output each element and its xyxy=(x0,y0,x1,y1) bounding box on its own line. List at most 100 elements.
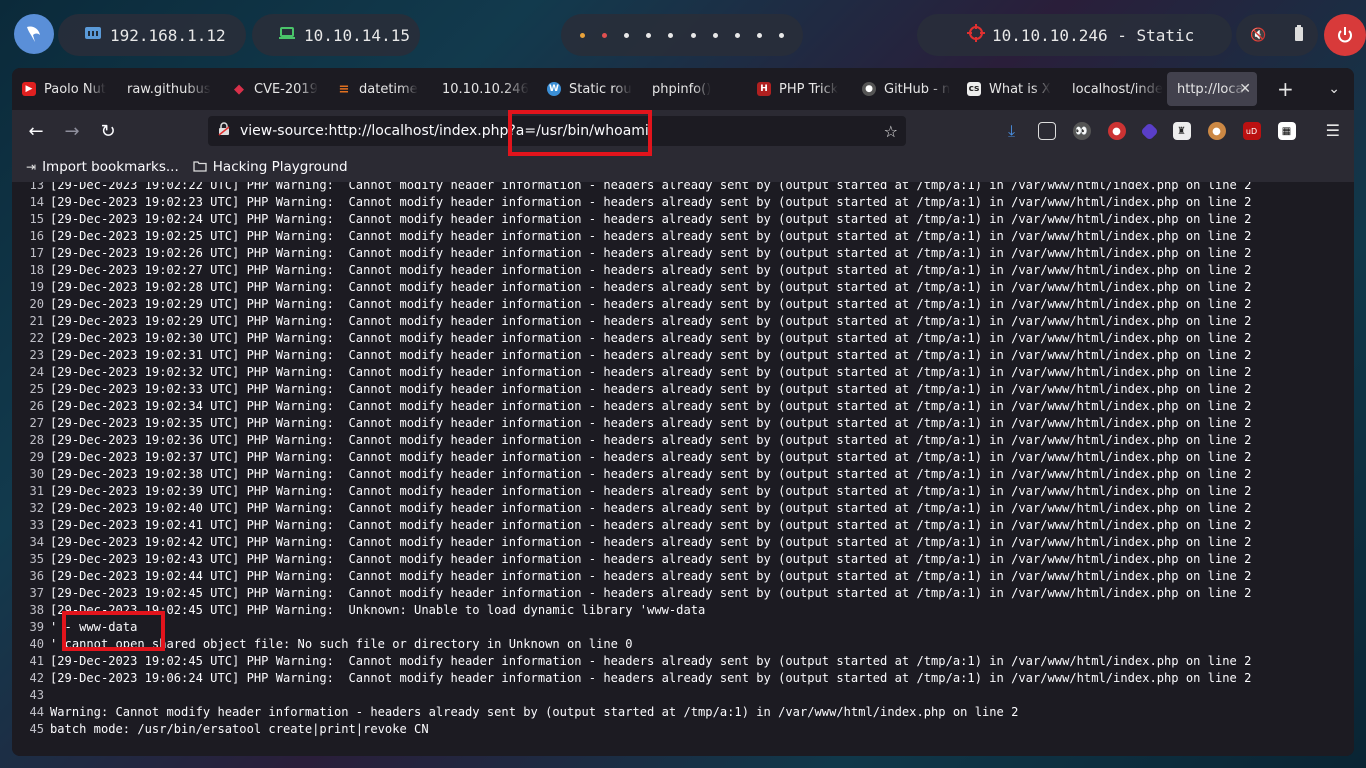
battery-icon[interactable] xyxy=(1294,25,1304,45)
line-text: batch mode: /usr/bin/ersatool create|pri… xyxy=(50,722,429,736)
line-text: [29-Dec-2023 19:02:31 UTC] PHP Warning: … xyxy=(50,348,1252,362)
local-ip-widget[interactable]: 192.168.1.12 xyxy=(58,14,246,56)
line-number: 44 xyxy=(29,705,44,719)
cookie-icon[interactable]: ● xyxy=(1207,122,1226,140)
power-icon[interactable] xyxy=(1324,14,1366,56)
source-line: 14 [29-Dec-2023 19:02:23 UTC] PHP Warning… xyxy=(12,194,1354,211)
workspace-dot[interactable] xyxy=(601,32,607,38)
forward-arrow-icon[interactable]: → xyxy=(56,121,88,142)
source-line: 38 [29-Dec-2023 19:02:45 UTC] PHP Warning… xyxy=(12,602,1354,619)
page-info-icon[interactable] xyxy=(218,122,230,140)
workspace-dot[interactable] xyxy=(757,32,763,38)
tab-label: Static rou xyxy=(569,81,632,97)
tab[interactable]: localhost/inde xyxy=(1062,72,1167,106)
line-number: 45 xyxy=(29,722,44,736)
line-number: 38 xyxy=(29,603,44,617)
site-icon: cs xyxy=(967,82,981,96)
target-widget[interactable]: 10.10.10.246 - Static xyxy=(917,14,1232,56)
line-number: 33 xyxy=(29,518,44,532)
line-text: [29-Dec-2023 19:02:27 UTC] PHP Warning: … xyxy=(50,263,1252,277)
workspace-switcher[interactable] xyxy=(561,14,803,56)
tab[interactable]: ▶ Paolo Nut xyxy=(12,72,117,106)
line-text: [29-Dec-2023 19:02:26 UTC] PHP Warning: … xyxy=(50,246,1252,260)
new-tab-button[interactable]: + xyxy=(1277,77,1294,101)
local-ip-label: 192.168.1.12 xyxy=(110,25,226,45)
source-line: 16 [29-Dec-2023 19:02:25 UTC] PHP Warning… xyxy=(12,228,1354,245)
extensions-icon[interactable] xyxy=(1037,122,1056,140)
import-bookmarks-item[interactable]: ⇥ Import bookmarks... xyxy=(26,159,179,175)
docs-icon: ≡ xyxy=(338,81,350,97)
line-number: 37 xyxy=(29,586,44,600)
vpn-ip-widget[interactable]: 10.10.14.15 xyxy=(252,14,420,56)
user-agent-icon[interactable]: ♜ xyxy=(1172,122,1191,140)
workspace-dot[interactable] xyxy=(734,32,740,38)
tab-label: raw.githubus xyxy=(127,81,211,97)
tab[interactable]: phpinfo() xyxy=(642,72,747,106)
bookmark-star-icon[interactable]: ☆ xyxy=(884,122,898,141)
line-text: [29-Dec-2023 19:02:36 UTC] PHP Warning: … xyxy=(50,433,1252,447)
line-number: 35 xyxy=(29,552,44,566)
bookmarks-toolbar: ⇥ Import bookmarks... Hacking Playground xyxy=(12,152,1354,182)
hacktricks-icon: H xyxy=(757,82,771,96)
source-line: 31 [29-Dec-2023 19:02:39 UTC] PHP Warning… xyxy=(12,483,1354,500)
tab[interactable]: W Static rou xyxy=(537,72,642,106)
close-tab-icon[interactable]: ✕ xyxy=(1239,81,1251,97)
system-tray[interactable]: 🔇 xyxy=(1236,14,1318,56)
tab[interactable]: ≡ datetime xyxy=(327,72,432,106)
line-text: [29-Dec-2023 19:02:43 UTC] PHP Warning: … xyxy=(50,552,1252,566)
wappalyzer-icon[interactable] xyxy=(1139,121,1159,141)
cookie-editor-icon[interactable]: ● xyxy=(1107,122,1126,140)
qr-code-icon[interactable]: ▦ xyxy=(1277,122,1296,140)
tab[interactable]: 10.10.10.246 xyxy=(432,72,537,106)
line-number: 32 xyxy=(29,501,44,515)
line-text: [29-Dec-2023 19:02:32 UTC] PHP Warning: … xyxy=(50,365,1252,379)
foxyproxy-icon[interactable]: 👀 xyxy=(1072,122,1091,140)
source-line: 21 [29-Dec-2023 19:02:29 UTC] PHP Warning… xyxy=(12,313,1354,330)
top-panel: 192.168.1.12 10.10.14.15 10.10.10.246 - … xyxy=(0,0,1366,70)
line-text: [29-Dec-2023 19:02:25 UTC] PHP Warning: … xyxy=(50,229,1252,243)
ublock-icon[interactable]: uD xyxy=(1242,122,1261,140)
tab-active[interactable]: http://local ✕ xyxy=(1167,72,1257,106)
workspace-dot[interactable] xyxy=(779,32,785,38)
line-number: 42 xyxy=(29,671,44,685)
wordpress-icon: W xyxy=(547,82,561,96)
volume-muted-icon[interactable]: 🔇 xyxy=(1250,28,1266,43)
source-line: 23 [29-Dec-2023 19:02:31 UTC] PHP Warning… xyxy=(12,347,1354,364)
distro-logo-icon[interactable] xyxy=(14,14,54,54)
workspace-dot[interactable] xyxy=(690,32,696,38)
line-number: 27 xyxy=(29,416,44,430)
tab[interactable]: cs What is X xyxy=(957,72,1062,106)
tab[interactable]: ● GitHub - n xyxy=(852,72,957,106)
workspace-dot[interactable] xyxy=(646,32,652,38)
source-line: 27 [29-Dec-2023 19:02:35 UTC] PHP Warning… xyxy=(12,415,1354,432)
tab[interactable]: ◆ CVE-2019 xyxy=(222,72,327,106)
reload-icon[interactable]: ↻ xyxy=(92,121,124,142)
source-line: 32 [29-Dec-2023 19:02:40 UTC] PHP Warning… xyxy=(12,500,1354,517)
line-number: 28 xyxy=(29,433,44,447)
tab-label: 10.10.10.246 xyxy=(442,81,529,97)
workspace-dot[interactable] xyxy=(712,32,718,38)
source-line: 44 Warning: Cannot modify header informat… xyxy=(12,704,1354,721)
workspace-dot[interactable] xyxy=(668,32,674,38)
line-number: 25 xyxy=(29,382,44,396)
tab[interactable]: raw.githubus xyxy=(117,72,222,106)
chevron-down-icon[interactable]: ⌄ xyxy=(1328,81,1340,97)
line-number: 40 xyxy=(29,637,44,651)
source-line: 15 [29-Dec-2023 19:02:24 UTC] PHP Warning… xyxy=(12,211,1354,228)
bookmark-folder-hacking-playground[interactable]: Hacking Playground xyxy=(193,159,348,175)
back-arrow-icon[interactable]: ← xyxy=(20,121,52,142)
workspace-dot[interactable] xyxy=(623,32,629,38)
source-line: 36 [29-Dec-2023 19:02:44 UTC] PHP Warning… xyxy=(12,568,1354,585)
line-text: [29-Dec-2023 19:02:44 UTC] PHP Warning: … xyxy=(50,569,1252,583)
source-line: 43 xyxy=(12,687,1354,704)
workspace-dot[interactable] xyxy=(579,32,585,38)
line-number: 13 xyxy=(29,182,44,192)
menu-icon[interactable]: ☰ xyxy=(1326,121,1340,140)
downloads-icon[interactable]: ⤓ xyxy=(1003,121,1021,140)
tab[interactable]: H PHP Trick xyxy=(747,72,852,106)
source-line: 22 [29-Dec-2023 19:02:30 UTC] PHP Warning… xyxy=(12,330,1354,347)
line-number: 19 xyxy=(29,280,44,294)
source-line: 35 [29-Dec-2023 19:02:43 UTC] PHP Warning… xyxy=(12,551,1354,568)
line-number: 26 xyxy=(29,399,44,413)
crosshair-icon xyxy=(967,24,985,46)
